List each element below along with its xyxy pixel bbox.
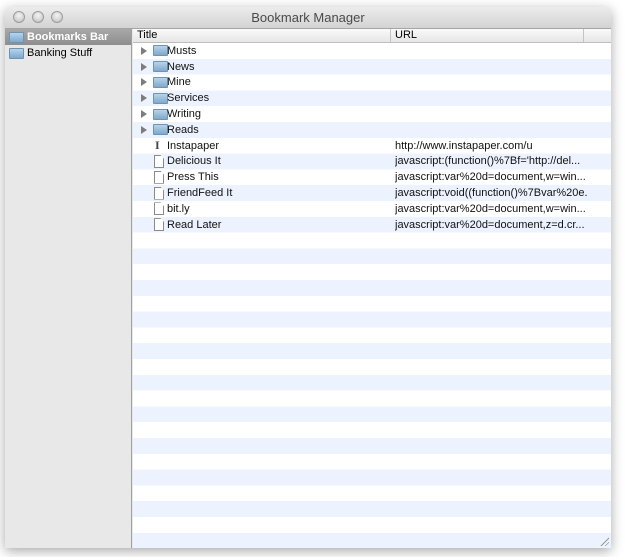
bookmark-title: Writing <box>167 108 202 121</box>
bookmark-title: FriendFeed It <box>167 187 233 200</box>
disclosure-triangle-icon[interactable] <box>141 94 147 103</box>
bookmark-url: javascript:var%20d=document,z=d.cr... <box>395 218 585 231</box>
table-row[interactable]: Mine <box>133 75 611 91</box>
bookmark-url: javascript:void((function()%7Bvar%20e... <box>395 187 587 200</box>
folder-icon <box>153 108 168 120</box>
disclosure-triangle-icon[interactable] <box>141 125 147 134</box>
table-row[interactable]: I Instapaper http://www.instapaper.com/u <box>133 138 611 154</box>
table-row[interactable]: Writing <box>133 106 611 122</box>
bookmark-title: Musts <box>167 44 197 57</box>
bookmark-title: Read Later <box>167 218 222 231</box>
disclosure-triangle-icon[interactable] <box>141 46 147 55</box>
table-row[interactable]: FriendFeed It javascript:void((function()… <box>133 185 611 201</box>
bookmark-title: Reads <box>167 123 199 136</box>
bookmark-title: bit.ly <box>167 202 190 215</box>
folder-icon <box>153 92 168 104</box>
table-header: Title URL <box>133 29 611 43</box>
folder-icon <box>153 76 168 88</box>
window-title: Bookmark Manager <box>251 10 365 25</box>
bookmark-title: Mine <box>167 76 191 89</box>
bookmark-title: Instapaper <box>167 139 219 152</box>
folder-icon <box>9 31 24 43</box>
page-icon <box>154 154 164 168</box>
disclosure-triangle-icon[interactable] <box>141 78 147 87</box>
folder-icon <box>153 61 168 73</box>
bookmark-url: javascript:var%20d=document,w=win... <box>395 171 586 184</box>
sidebar-item-bookmarks-bar[interactable]: Bookmarks Bar <box>5 29 131 45</box>
disclosure-triangle-icon[interactable] <box>141 62 147 71</box>
folder-icon <box>9 47 24 59</box>
page-icon <box>154 170 164 184</box>
sidebar: Bookmarks Bar Banking Stuff <box>5 29 132 548</box>
sidebar-item-label: Banking Stuff <box>27 47 93 59</box>
bookmark-title: Delicious It <box>167 155 221 168</box>
column-header-url[interactable]: URL <box>391 29 584 42</box>
table-row[interactable]: Services <box>133 90 611 106</box>
bookmark-table: Title URL Musts News Mine Services Writing Re… <box>133 29 611 548</box>
bookmark-url: javascript:var%20d=document,w=win... <box>395 202 586 215</box>
bookmark-manager-window: Bookmark Manager Bookmarks Bar Banking S… <box>5 7 611 548</box>
page-icon <box>154 218 164 232</box>
sidebar-item-banking-stuff[interactable]: Banking Stuff <box>5 45 131 61</box>
bookmark-url: javascript:(function()%7Bf='http://del..… <box>395 155 581 168</box>
column-header-filler <box>584 29 611 42</box>
sidebar-item-label: Bookmarks Bar <box>27 31 109 43</box>
table-row[interactable]: Musts <box>133 43 611 59</box>
page-icon <box>154 186 164 200</box>
table-body: Musts News Mine Services Writing Reads I Instap… <box>133 43 611 548</box>
table-row[interactable]: Reads <box>133 122 611 138</box>
page-icon <box>154 202 164 216</box>
table-row[interactable]: News <box>133 59 611 75</box>
bookmark-title: Services <box>167 92 210 105</box>
folder-icon <box>153 45 168 57</box>
disclosure-triangle-icon[interactable] <box>141 110 147 119</box>
folder-icon <box>153 124 168 136</box>
bookmark-title: Press This <box>167 171 219 184</box>
table-row[interactable]: Read Later javascript:var%20d=document,z=… <box>133 217 611 233</box>
table-row[interactable]: Press This javascript:var%20d=document,w=… <box>133 169 611 185</box>
bookmark-title: News <box>167 60 195 73</box>
table-row[interactable]: bit.ly javascript:var%20d=document,w=win.… <box>133 201 611 217</box>
column-header-title[interactable]: Title <box>133 29 391 42</box>
table-row[interactable]: Delicious It javascript:(function()%7Bf='… <box>133 154 611 170</box>
instapaper-icon: I <box>155 138 160 153</box>
bookmark-url: http://www.instapaper.com/u <box>395 139 533 152</box>
title-bar[interactable]: Bookmark Manager <box>5 7 611 29</box>
